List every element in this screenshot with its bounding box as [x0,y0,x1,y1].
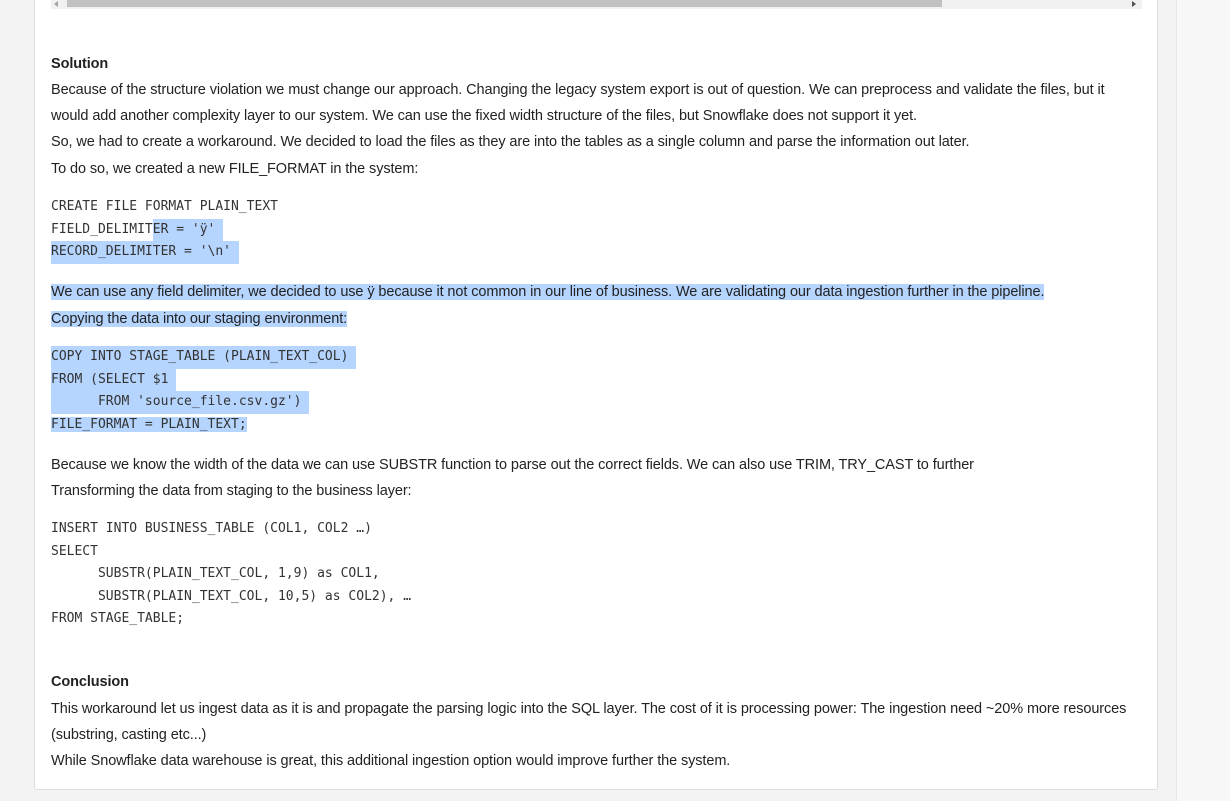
code-block-copy-into: COPY INTO STAGE_TABLE (PLAIN_TEXT_COL) F… [51,346,357,436]
code-line-selected: COPY INTO STAGE_TABLE (PLAIN_TEXT_COL) [51,346,357,369]
code-line: INSERT INTO BUSINESS_TABLE (COL1, COL2 …… [51,521,372,536]
file-format-intro: To do so, we created a new FILE_FORMAT i… [51,161,419,177]
scroll-right-arrow-icon[interactable] [1132,1,1136,7]
code-line: FROM STAGE_TABLE; [51,611,185,626]
code-line: CREATE FILE FORMAT PLAIN_TEXT [51,199,278,214]
horizontal-scrollbar[interactable] [51,0,1142,9]
code-line: FIELD_DELIMIT [51,221,153,237]
closing-paragraph: While Snowflake data warehouse is great,… [51,753,731,769]
substr-paragraph: Because we know the width of the data we… [51,457,974,473]
solution-paragraph-line-2: would add another complexity layer to ou… [51,108,917,124]
code-line-selected: FILE_FORMAT = PLAIN_TEXT; [51,416,247,432]
delimiter-paragraph: We can use any field delimiter, we decid… [51,279,1045,305]
conclusion-paragraph-line-1: This workaround let us ingest data as it… [51,701,1127,717]
scroll-left-arrow-icon[interactable] [54,1,58,7]
code-block-insert: INSERT INTO BUSINESS_TABLE (COL1, COL2 …… [51,518,411,631]
workaround-paragraph: So, we had to create a workaround. We de… [51,134,970,150]
page-right-gutter [1176,0,1230,801]
solution-heading: Solution [51,56,109,72]
scrollbar-thumb[interactable] [67,0,942,7]
business-layer-intro: Transforming the data from staging to th… [51,483,412,499]
code-line: SUBSTR(PLAIN_TEXT_COL, 1,9) as COL1, [51,566,380,581]
selected-text: We can use any field delimiter, we decid… [51,284,1045,300]
selected-text: Copying the data into our staging enviro… [51,311,348,327]
solution-paragraph-line-1: Because of the structure violation we mu… [51,82,1105,98]
code-line-selected: FROM (SELECT $1 [51,368,177,391]
code-line: SUBSTR(PLAIN_TEXT_COL, 10,5) as COL2), … [51,588,412,604]
code-block-file-format: CREATE FILE FORMAT PLAIN_TEXT FIELD_DELI… [51,196,278,264]
conclusion-heading: Conclusion [51,674,129,690]
code-line-selected: FROM 'source_file.csv.gz') [51,391,310,414]
staging-intro: Copying the data into our staging enviro… [51,306,347,332]
code-line-selected: RECORD_DELIMITER = '\n' [51,241,240,264]
code-line: SELECT [51,543,98,559]
conclusion-paragraph-line-2: (substring, casting etc...) [51,727,207,743]
code-line-selected: ER = 'ÿ' [152,218,224,241]
